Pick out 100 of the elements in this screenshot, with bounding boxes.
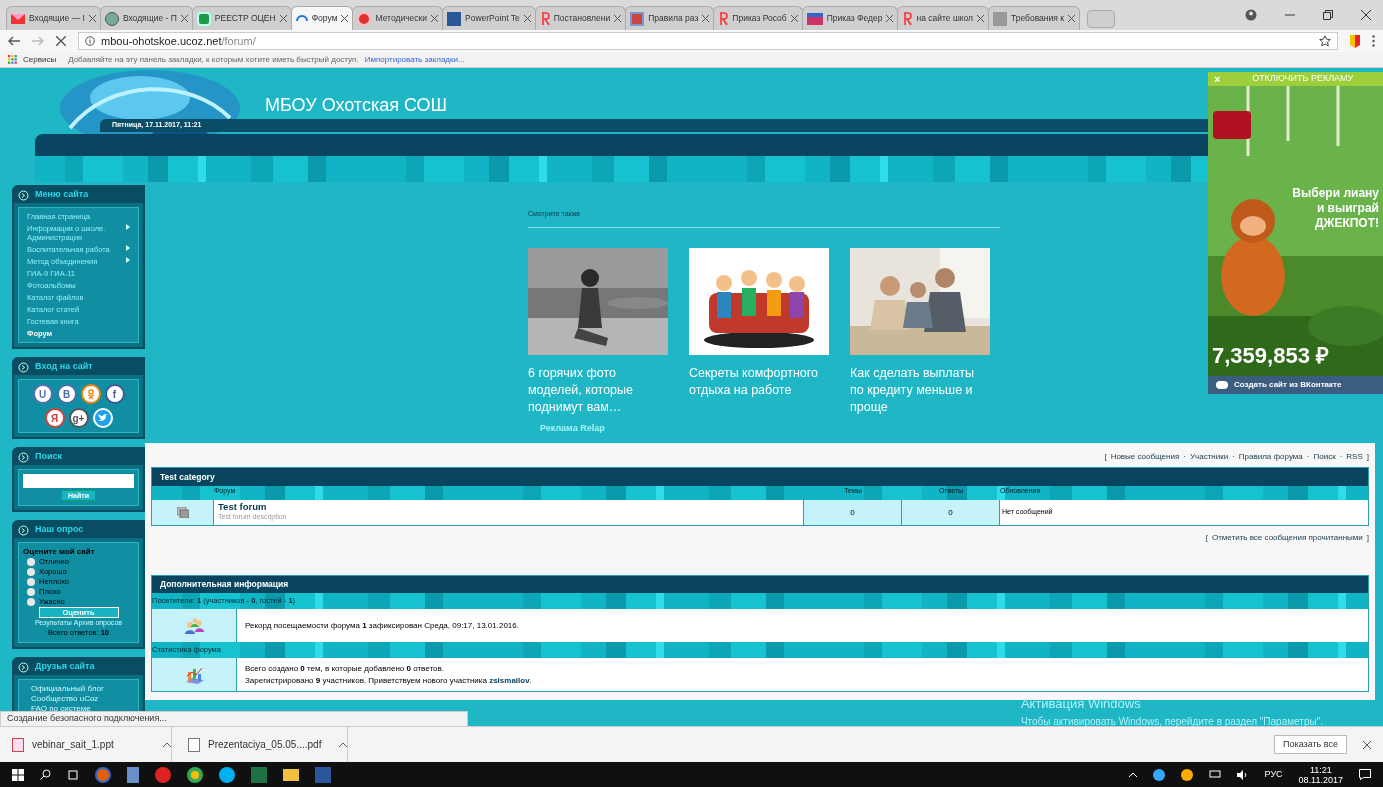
close-icon[interactable] <box>341 15 349 22</box>
radio-button[interactable] <box>27 558 35 566</box>
browser-tab[interactable]: Требования к <box>988 6 1080 30</box>
notifications-icon[interactable] <box>1359 769 1371 780</box>
bracket: [ <box>1205 532 1208 544</box>
browser-tab[interactable]: РЕЕСТР ОЦЕН <box>191 6 292 30</box>
close-icon[interactable] <box>1361 10 1371 20</box>
show-all-button[interactable]: Показать все <box>1274 734 1347 755</box>
separator-dot: · <box>1183 451 1186 463</box>
file-icon[interactable] <box>127 766 139 783</box>
bookmark-link[interactable]: Сервисы <box>23 53 57 66</box>
stop-icon[interactable] <box>56 36 66 46</box>
spreadsheet-icon[interactable] <box>251 766 267 783</box>
url-text: mbou-ohotskoe.ucoz.net/forum/ <box>101 33 256 49</box>
forum-link[interactable]: RSS <box>1346 451 1363 463</box>
social-login-button[interactable]: g+ <box>68 408 89 428</box>
arrow-circle-icon <box>18 661 29 673</box>
radio-button[interactable] <box>27 568 35 576</box>
member-link[interactable]: zsismailov <box>489 675 530 685</box>
back-arrow-icon[interactable] <box>8 36 20 46</box>
tray-caret-icon[interactable] <box>1128 772 1137 777</box>
tray-app-icon[interactable] <box>1180 768 1193 781</box>
close-icon[interactable] <box>702 15 710 22</box>
close-icon[interactable] <box>886 15 894 22</box>
close-icon[interactable] <box>790 15 798 22</box>
radio-button[interactable] <box>27 588 35 596</box>
arrow-circle-icon <box>18 361 29 373</box>
forum-link[interactable]: Поиск <box>1313 451 1336 463</box>
close-icon[interactable] <box>977 15 984 22</box>
bookmark-flag-icon[interactable] <box>1350 34 1360 48</box>
address-field[interactable]: mbou-ohotskoe.ucoz.net/forum/ <box>78 32 1338 50</box>
friend-link[interactable]: Официальный блог <box>23 684 134 694</box>
menu-icon[interactable] <box>1372 35 1375 47</box>
search-icon[interactable] <box>40 769 51 780</box>
stats-text: Всего создано 0 тем, в которые добавлено 0 ответов. <box>245 662 445 675</box>
browser-icon[interactable] <box>187 766 203 783</box>
restore-icon[interactable] <box>1323 10 1333 20</box>
star-icon[interactable] <box>1319 35 1331 47</box>
clock-time[interactable]: 11:21 <box>1309 764 1332 775</box>
apps-grid-icon[interactable] <box>8 55 17 64</box>
arrow-circle-icon <box>18 524 29 536</box>
close-icon[interactable] <box>523 15 531 22</box>
chat-icon[interactable] <box>219 766 235 783</box>
forum-link[interactable]: Правила форума <box>1238 451 1303 463</box>
browser-tab[interactable]: Входящие - П <box>99 6 193 30</box>
document-icon[interactable] <box>315 766 331 783</box>
pdf-file-icon <box>188 737 200 752</box>
folder-icon[interactable] <box>283 768 299 781</box>
forum-link[interactable]: Новые сообщения <box>1110 451 1180 463</box>
tab-title: на сайте школ <box>916 12 973 25</box>
envelope-icon <box>11 13 25 24</box>
import-bookmarks-link[interactable]: Импортировать закладки... <box>364 53 465 66</box>
close-icon[interactable] <box>279 15 287 22</box>
forum-link[interactable]: Участники <box>1189 451 1229 463</box>
friend-link[interactable]: FAQ по системе <box>23 704 134 714</box>
windows-icon[interactable] <box>12 768 24 781</box>
task-view-icon[interactable] <box>67 769 79 780</box>
browser-tab[interactable]: Правила раз <box>625 6 715 30</box>
language-indicator[interactable]: РУС <box>1264 767 1283 782</box>
search-input[interactable] <box>23 474 134 488</box>
bird-icon <box>97 414 108 422</box>
browser-icon[interactable] <box>95 766 111 783</box>
clock-date[interactable]: 08.11.2017 <box>1298 774 1343 785</box>
friend-link[interactable]: Сообщество uCoz <box>23 694 134 704</box>
browser-tab[interactable]: Приказ Рособ <box>713 6 803 30</box>
tray-app-icon[interactable] <box>1152 768 1165 781</box>
close-icon[interactable] <box>88 15 96 22</box>
speaker-icon[interactable] <box>1236 769 1249 780</box>
vk-logo-icon <box>1216 381 1228 389</box>
browser-tab[interactable]: Постановлени <box>534 6 627 30</box>
info-icon[interactable] <box>85 36 95 46</box>
poll-question: Оцените мой сайт <box>23 547 96 557</box>
browser-tab[interactable]: Входящие — I <box>6 6 101 30</box>
chart-icon <box>184 665 204 684</box>
close-icon[interactable] <box>1363 740 1371 749</box>
social-login-button[interactable]: Я <box>44 408 65 428</box>
close-icon[interactable] <box>431 15 439 22</box>
caret-icon[interactable] <box>339 742 347 747</box>
close-icon[interactable] <box>1067 15 1075 22</box>
social-login-button[interactable] <box>80 384 101 404</box>
account-icon[interactable] <box>1245 9 1257 21</box>
forum-title-link[interactable]: Test forum <box>218 502 799 513</box>
network-icon[interactable] <box>1208 769 1221 780</box>
browser-tab[interactable]: Приказ Федер <box>801 6 899 30</box>
close-icon[interactable] <box>180 15 188 22</box>
caret-icon[interactable] <box>163 742 171 747</box>
radio-button[interactable] <box>27 598 35 606</box>
mark-read-link[interactable]: Отметить все сообщения прочитанными <box>1211 532 1363 544</box>
social-login-button[interactable]: f <box>104 384 125 404</box>
tab-title: РЕЕСТР ОЦЕН <box>214 12 276 25</box>
browser-tab[interactable]: Форум <box>290 6 354 30</box>
social-login-button[interactable]: B <box>56 384 77 404</box>
separator-dot: · <box>1232 451 1235 463</box>
ad-slogan: Выбери лиану и выиграй ДЖЕКПОТ! <box>1291 186 1379 231</box>
social-login-button[interactable]: U <box>32 384 53 404</box>
close-icon[interactable] <box>614 15 622 22</box>
browser-tab[interactable]: Методически <box>352 6 444 30</box>
radio-button[interactable] <box>27 578 35 586</box>
browser-tab[interactable]: PowerPoint Te <box>442 6 536 30</box>
browser-tab[interactable]: на сайте школ <box>897 6 989 30</box>
